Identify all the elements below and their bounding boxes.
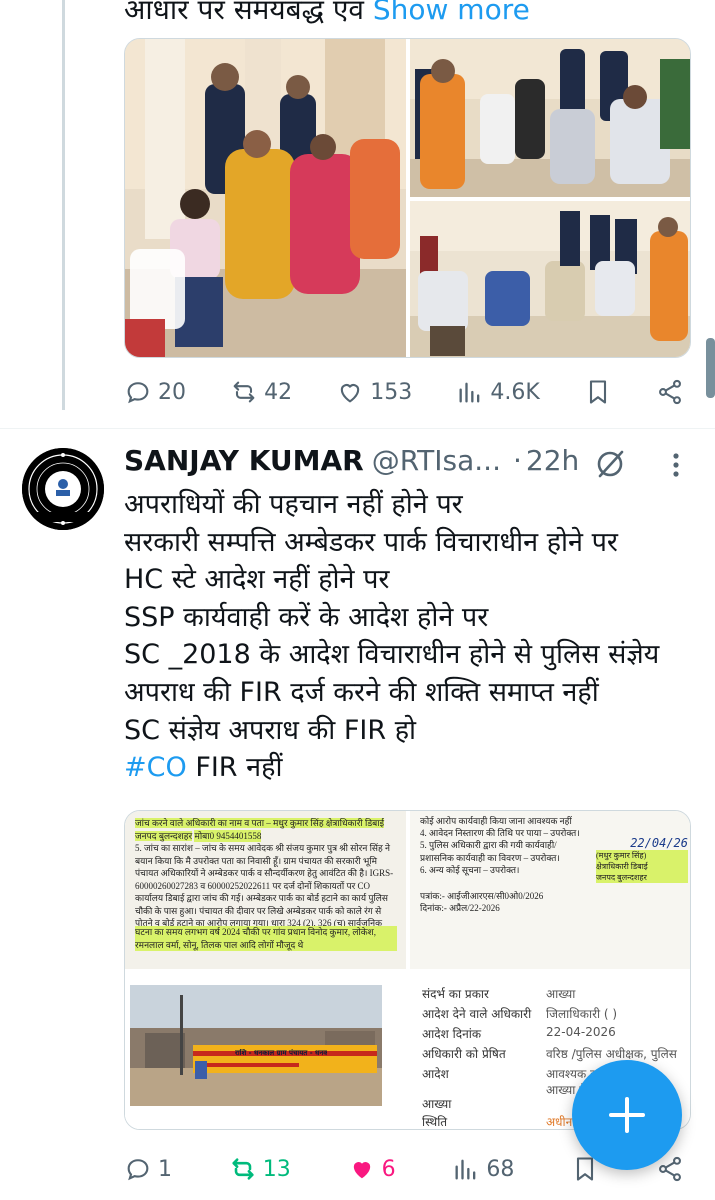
document-2-text: कोई आरोप कार्यवाही किया जाना आवश्यक नहीं… [420, 815, 590, 914]
document-2-line: 5. पुलिस अधिकारी द्वारा की गयी कार्यवाही… [420, 840, 560, 863]
document-1-text: जांच करने वाले अधिकारी का नाम व पता – मध… [135, 817, 397, 951]
reply-icon [127, 382, 149, 404]
form-row: आदेश देने वाले अधिकारी जिलाधिकारी ( ) [422, 1007, 618, 1021]
scrollbar-thumb[interactable] [706, 338, 715, 398]
repost-count: 13 [262, 1156, 291, 1182]
photo-meeting-hall-wide [410, 201, 690, 357]
bookmark-icon [589, 380, 606, 404]
tweet-line: SC संज्ञेय अपराध की FIR हो [124, 714, 417, 746]
share-icon [659, 1156, 681, 1182]
tweet-line: SSP कार्यवाही करें के आदेश होने पर [124, 601, 489, 633]
like-count: 6 [381, 1156, 396, 1182]
previous-tweet-text-tail: आधार पर समयबद्ध एवं [124, 0, 364, 26]
signature-line: जनपद बुलन्दशहर [596, 871, 688, 883]
repost-button[interactable]: 42 [230, 378, 292, 406]
like-icon [353, 1162, 370, 1179]
media-photo-3[interactable] [410, 201, 690, 357]
share-button[interactable] [656, 1155, 684, 1183]
like-icon [341, 384, 360, 403]
author-handle[interactable]: @RTIsa... [372, 444, 501, 477]
reply-button[interactable]: 1 [124, 1155, 172, 1183]
repost-icon [233, 381, 255, 403]
photo-hall-visitors [125, 39, 406, 357]
tweet-line-rest: FIR नहीं [186, 752, 283, 784]
tweet-line: अपराधियों की पहचान नहीं होने पर [124, 489, 463, 520]
compose-button[interactable] [572, 1060, 682, 1170]
reply-button[interactable]: 20 [124, 378, 186, 406]
rti-activist-logo [22, 448, 104, 530]
document-2-ref: पत्रांक:- आईजीआरएस/सी0ओ0/2026 [420, 891, 544, 901]
document-2-line: कोई आरोप कार्यवाही किया जाना आवश्यक नहीं… [420, 816, 572, 826]
views-count: 4.6K [490, 379, 540, 405]
views-button[interactable]: 4.6K [456, 378, 540, 406]
share-button[interactable] [656, 378, 684, 406]
media-photo-4[interactable]: राशि - धनकाल ग्राम पंचायत - धनकाल [125, 973, 406, 1129]
media-photo-1[interactable] [125, 39, 406, 357]
views-icon [459, 382, 480, 403]
tweet-line-last: #CO FIR नहीं [124, 749, 704, 787]
reply-count: 20 [158, 379, 186, 405]
document-2-date: दिनांक:- अप्रैल/22-2026 [420, 903, 500, 913]
form-row: अधिकारी को प्रेषित वरिष्ठ /पुलिस अधीक्षक,… [422, 1047, 677, 1061]
tweet-line: HC स्टे आदेश नहीं होने पर [124, 564, 390, 596]
like-button[interactable]: 6 [348, 1155, 396, 1183]
media-document-1[interactable]: जांच करने वाले अधिकारी का नाम व पता – मध… [125, 811, 406, 969]
bookmark-button[interactable] [584, 378, 612, 406]
author-name[interactable]: SANJAY KUMAR [124, 444, 364, 477]
grok-icon[interactable] [592, 446, 628, 482]
previous-tweet-actions: 20 42 153 4.6K [124, 378, 684, 406]
form-row: आख्या [422, 1097, 452, 1111]
signature-line: (मधुर कुमार सिंह) [596, 849, 688, 861]
media-document-2[interactable]: कोई आरोप कार्यवाही किया जाना आवश्यक नहीं… [410, 811, 690, 969]
repost-count: 42 [264, 379, 293, 405]
document-1-highlight: घटना का समय लगभग वर्ष 2024 चौकी पर गांव … [135, 926, 397, 951]
header-separator: · [512, 444, 522, 477]
views-button[interactable]: 68 [452, 1155, 514, 1183]
document-1-mobile: मोबा0 9454401558 [194, 829, 262, 842]
tweet-line: SC _2018 के आदेश विचाराधीन होने से पुलिस… [124, 639, 660, 671]
reply-icon [127, 1159, 149, 1181]
reply-count: 1 [158, 1156, 172, 1182]
document-2-signature-block: 22/04/26 (मधुर कुमार सिंह) क्षेत्राधिकार… [596, 837, 688, 883]
media-photo-2[interactable] [410, 39, 690, 197]
previous-tweet-media-grid[interactable] [124, 38, 691, 358]
share-icon [659, 379, 681, 405]
more-icon[interactable] [664, 450, 688, 480]
document-2-line: 4. आवेदन निस्तारण की तिथि पर पाया – उपरो… [420, 828, 580, 838]
tweet-divider [0, 428, 715, 429]
like-count: 153 [370, 379, 413, 405]
signature-date: 22/04/26 [630, 836, 688, 850]
thread-connector-line [62, 0, 65, 410]
like-button[interactable]: 153 [336, 378, 412, 406]
signature-line: क्षेत्राधिकारी डिबाई [596, 860, 688, 872]
form-row: आदेश दिनांक 22-04-2026 [422, 1025, 616, 1041]
document-2-line: 6. अन्य कोई सूचना – उपरोक्त। [420, 865, 520, 875]
previous-tweet-text: आधार पर समयबद्ध एवं Show more [124, 0, 530, 28]
photo-meeting-hall [410, 39, 690, 197]
show-more-link[interactable]: Show more [373, 0, 530, 26]
sign-board-text: राशि - धनकाल ग्राम पंचायत - धनकाल [235, 1049, 327, 1057]
views-icon [455, 1159, 476, 1180]
form-row: संदर्भ का प्रकार आख्या [422, 987, 576, 1001]
tweet-text: अपराधियों की पहचान नहीं होने पर सरकारी स… [124, 486, 704, 787]
tweet-line: अपराध की FIR दर्ज करने की शक्ति समाप्त न… [124, 676, 599, 708]
compose-plus-icon [609, 1097, 645, 1133]
repost-button[interactable]: 13 [229, 1155, 291, 1183]
tweet-header: SANJAY KUMAR @RTIsa... · 22h [124, 444, 579, 477]
hashtag-link[interactable]: #CO [124, 752, 187, 783]
views-count: 68 [486, 1156, 515, 1182]
tweet-time[interactable]: 22h [526, 444, 579, 477]
repost-icon [232, 1158, 254, 1180]
avatar[interactable] [22, 448, 104, 530]
document-1-body: 5. जांच का सारांश – जांच के समय आवेदक श्… [135, 843, 394, 926]
tweet-line: सरकारी सम्पत्ति अम्बेडकर पार्क विचाराधीन… [124, 526, 618, 558]
